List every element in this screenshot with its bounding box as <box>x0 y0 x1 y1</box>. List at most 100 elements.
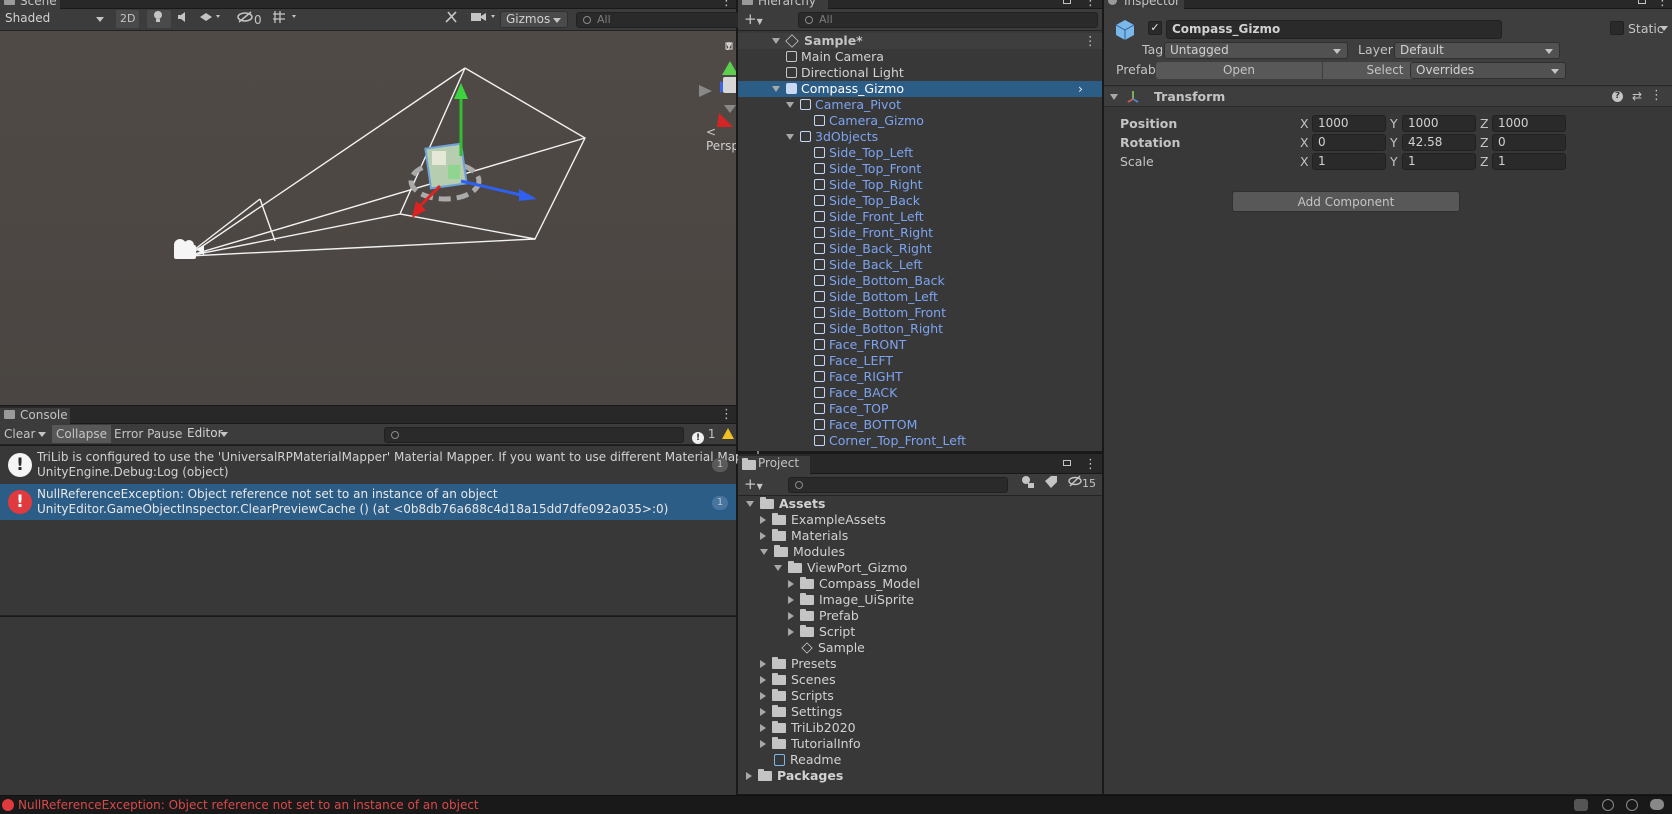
tab-hierarchy[interactable]: Hierarchy <box>738 0 828 9</box>
axis-x-label[interactable]: X <box>1300 116 1309 132</box>
project-item[interactable]: Assets <box>738 496 1102 512</box>
foldout-arrow-icon[interactable] <box>788 628 794 636</box>
foldout-arrow-icon[interactable] <box>772 86 780 92</box>
project-item[interactable]: Settings <box>738 704 1102 720</box>
hierarchy-item[interactable]: Main Camera <box>738 49 1102 65</box>
pos-x-field[interactable]: 1000 <box>1312 115 1386 132</box>
static-dropdown-icon[interactable] <box>1660 26 1668 31</box>
clear-options-icon[interactable] <box>34 425 50 443</box>
orientation-gizmo[interactable] <box>700 61 736 121</box>
pos-y-field[interactable]: 1000 <box>1402 115 1476 132</box>
scl-y-field[interactable]: 1 <box>1402 153 1476 170</box>
axis-y-label[interactable]: Y <box>1390 135 1398 151</box>
console-entry[interactable]: ! NullReferenceException: Object referen… <box>0 484 736 520</box>
collapse-toggle[interactable]: Collapse <box>52 425 111 443</box>
foldout-arrow-icon[interactable] <box>760 692 766 700</box>
transform-header[interactable]: Transform ? ⇄ ⋮ <box>1104 87 1672 107</box>
progress-icon[interactable] <box>1602 799 1614 811</box>
hierarchy-item[interactable]: 3dObjects <box>738 129 1102 145</box>
shading-dropdown[interactable]: Shaded <box>0 11 110 28</box>
foldout-arrow-icon[interactable] <box>788 612 794 620</box>
layer-dropdown[interactable]: Default <box>1394 42 1560 59</box>
pos-z-field[interactable]: 1000 <box>1492 115 1566 132</box>
projection-toggle[interactable]: < Persp <box>706 125 736 153</box>
scl-x-field[interactable]: 1 <box>1312 153 1386 170</box>
lock-icon[interactable] <box>1063 460 1071 466</box>
foldout-arrow-icon[interactable] <box>760 724 766 732</box>
hierarchy-item[interactable]: Camera_Pivot <box>738 97 1102 113</box>
hierarchy-menu-icon[interactable]: ⋮ <box>1084 0 1097 8</box>
hierarchy-item[interactable]: Side_Bottom_Front <box>738 305 1102 321</box>
hierarchy-item[interactable]: Side_Top_Left <box>738 145 1102 161</box>
audio-toggle-icon[interactable] <box>172 10 194 28</box>
help-icon[interactable]: ? <box>1612 91 1623 102</box>
rot-y-field[interactable]: 42.58 <box>1402 134 1476 151</box>
create-asset-button[interactable]: +▼ <box>740 475 767 493</box>
prefab-open-button[interactable]: Open <box>1156 62 1322 79</box>
rot-z-field[interactable]: 0 <box>1492 134 1566 151</box>
foldout-arrow-icon[interactable] <box>746 501 754 507</box>
hierarchy-item[interactable]: Side_Top_Front <box>738 161 1102 177</box>
static-checkbox[interactable] <box>1610 21 1624 35</box>
lock-icon[interactable] <box>1063 0 1071 4</box>
project-item[interactable]: Sample <box>738 640 1102 656</box>
project-item[interactable]: TutorialInfo <box>738 736 1102 752</box>
hidden-objects-icon[interactable]: 0 <box>232 10 266 28</box>
editor-dropdown[interactable]: Editor <box>182 426 234 443</box>
hierarchy-item[interactable]: Side_Top_Back <box>738 193 1102 209</box>
hierarchy-item[interactable]: Compass_Gizmo › <box>738 81 1102 97</box>
hierarchy-item[interactable]: Side_Back_Right <box>738 241 1102 257</box>
project-item[interactable]: ViewPort_Gizmo <box>738 560 1102 576</box>
hierarchy-item[interactable]: Face_FRONT <box>738 337 1102 353</box>
axis-z-label[interactable]: Z <box>1480 135 1489 151</box>
project-item[interactable]: Prefab <box>738 608 1102 624</box>
axis-x-label[interactable]: X <box>1300 135 1309 151</box>
create-button[interactable]: +▼ <box>740 10 767 28</box>
foldout-arrow-icon[interactable] <box>760 532 766 540</box>
lock-icon[interactable] <box>1638 0 1646 4</box>
project-item[interactable]: Packages <box>738 768 1102 784</box>
cloud-icon[interactable] <box>1650 799 1664 810</box>
grid-toggle-icon[interactable] <box>268 10 306 28</box>
debug-icon[interactable] <box>1574 799 1588 811</box>
foldout-arrow-icon[interactable] <box>786 102 794 108</box>
foldout-arrow-icon[interactable] <box>760 549 768 555</box>
presets-icon[interactable]: ⇄ <box>1632 89 1642 103</box>
foldout-arrow-icon[interactable] <box>1110 94 1118 100</box>
foldout-arrow-icon[interactable] <box>774 565 782 571</box>
hierarchy-item[interactable]: Face_TOP <box>738 401 1102 417</box>
project-item[interactable]: Readme <box>738 752 1102 768</box>
axis-x-label[interactable]: X <box>1300 154 1309 170</box>
gizmos-dropdown[interactable]: Gizmos <box>500 11 568 28</box>
component-menu-icon[interactable]: ⋮ <box>1650 89 1663 102</box>
status-message[interactable]: NullReferenceException: Object reference… <box>18 798 479 812</box>
project-item[interactable]: Compass_Model <box>738 576 1102 592</box>
foldout-arrow-icon[interactable] <box>760 660 766 668</box>
prefab-overrides-dropdown[interactable]: Overrides <box>1410 62 1566 79</box>
tab-inspector[interactable]: Inspector <box>1104 0 1184 9</box>
collab-icon[interactable] <box>1626 799 1638 811</box>
rot-x-field[interactable]: 0 <box>1312 134 1386 151</box>
console-entry[interactable]: ! TriLib is configured to use the 'Unive… <box>0 446 777 482</box>
scl-z-field[interactable]: 1 <box>1492 153 1566 170</box>
log-filter-toggle[interactable]: ! 1 <box>688 425 719 444</box>
project-item[interactable]: TriLib2020 <box>738 720 1102 736</box>
hierarchy-item[interactable]: Face_LEFT <box>738 353 1102 369</box>
project-item[interactable]: Image_UiSprite <box>738 592 1102 608</box>
hierarchy-item[interactable]: Side_Botton_Right <box>738 321 1102 337</box>
object-name-field[interactable]: Compass_Gizmo <box>1166 20 1502 39</box>
open-prefab-arrow-icon[interactable]: › <box>1078 81 1083 97</box>
scene-viewport[interactable]: y z x < Persp <box>0 31 736 405</box>
effects-toggle-icon[interactable] <box>194 10 228 28</box>
foldout-arrow-icon[interactable] <box>788 596 794 604</box>
warning-filter-toggle[interactable]: 3 <box>718 425 738 459</box>
scene-root[interactable]: Sample* ⋮ <box>738 33 1102 49</box>
project-menu-icon[interactable]: ⋮ <box>1084 458 1097 471</box>
hierarchy-item[interactable]: Camera_Gizmo <box>738 113 1102 129</box>
hierarchy-search-input[interactable]: All <box>798 12 1098 28</box>
foldout-arrow-icon[interactable] <box>786 134 794 140</box>
axis-z-label[interactable]: Z <box>1480 154 1489 170</box>
project-item[interactable]: Script <box>738 624 1102 640</box>
foldout-arrow-icon[interactable] <box>788 580 794 588</box>
project-item[interactable]: Modules <box>738 544 1102 560</box>
